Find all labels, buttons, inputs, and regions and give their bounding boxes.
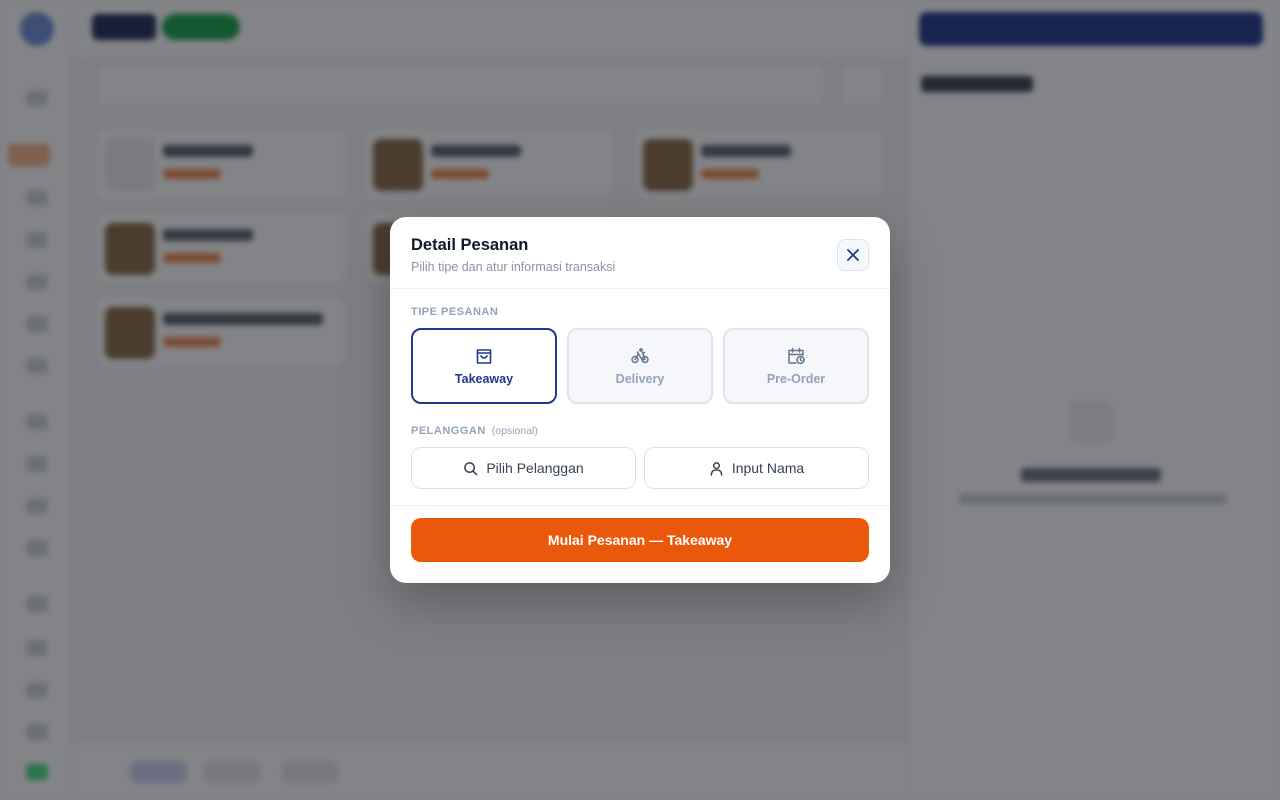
input-name-label: Input Nama [731, 460, 805, 476]
input-name-button[interactable]: Input Nama [644, 447, 869, 489]
close-button[interactable] [837, 239, 869, 271]
choose-customer-button[interactable]: Pilih Pelanggan [411, 447, 636, 489]
close-icon [847, 249, 859, 261]
customer-optional-hint: (opsional) [491, 425, 538, 437]
search-icon [464, 461, 478, 475]
order-type-label-takeaway: Takeaway [454, 372, 514, 386]
order-type-label: TIPE PESANAN [411, 306, 499, 318]
order-detail-modal: Detail Pesanan Pilih tipe dan atur infor… [390, 217, 890, 583]
order-type-delivery[interactable]: Delivery [567, 328, 713, 404]
choose-customer-label: Pilih Pelanggan [486, 460, 584, 476]
order-type-takeaway[interactable]: Takeaway [411, 328, 557, 404]
modal-footer: Mulai Pesanan — Takeaway [390, 505, 890, 583]
customer-label: PELANGGAN [411, 425, 486, 437]
user-icon [710, 461, 723, 476]
order-type-label-preorder: Pre-Order [766, 372, 826, 386]
modal-header: Detail Pesanan Pilih tipe dan atur infor… [390, 217, 890, 289]
calendar-clock-icon [788, 347, 805, 365]
modal-title: Detail Pesanan [411, 236, 529, 254]
shopping-bag-icon [476, 349, 492, 364]
bicycle-icon [631, 348, 649, 364]
modal-subtitle: Pilih tipe dan atur informasi transaksi [411, 260, 616, 274]
start-order-button[interactable]: Mulai Pesanan — Takeaway [411, 518, 869, 562]
customer-section-label: PELANGGAN (opsional) [411, 425, 538, 437]
order-type-label-delivery: Delivery [615, 372, 665, 386]
order-type-preorder[interactable]: Pre-Order [723, 328, 869, 404]
